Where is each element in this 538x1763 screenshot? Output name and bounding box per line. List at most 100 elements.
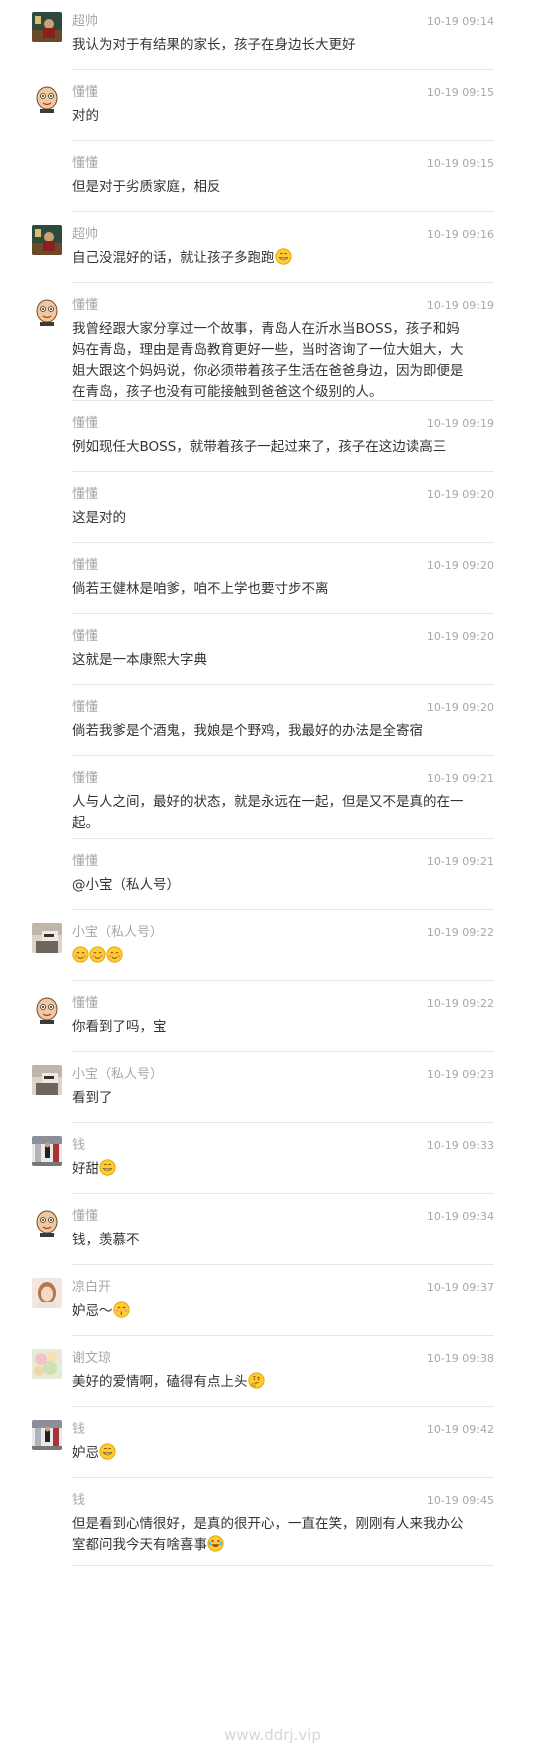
laugh-tears-emoji-icon xyxy=(207,1535,224,1552)
message-text: 妒忌 xyxy=(72,1443,470,1464)
grin-emoji-icon xyxy=(99,1159,116,1176)
message-time: 10-19 09:19 xyxy=(426,299,494,312)
message-text: @小宝（私人号） xyxy=(72,877,180,893)
avatar[interactable] xyxy=(32,12,62,42)
kiss-emoji-icon xyxy=(112,1301,130,1318)
sender-name: 懂懂 xyxy=(72,771,99,786)
message-text: 我认为对于有结果的家长，孩子在身边长大更好 xyxy=(72,37,356,53)
avatar[interactable] xyxy=(32,1136,62,1166)
separator xyxy=(72,1335,494,1336)
message-text: 倘若我爹是个酒鬼，我娘是个野鸡，我最好的办法是全寄宿 xyxy=(72,723,423,739)
sender-name: 凉白开 xyxy=(72,1280,112,1295)
message-time: 10-19 09:33 xyxy=(426,1139,494,1152)
avatar[interactable] xyxy=(32,83,62,113)
message-text: 看到了 xyxy=(72,1090,113,1106)
message-time: 10-19 09:37 xyxy=(426,1281,494,1294)
message-time: 10-19 09:14 xyxy=(426,15,494,28)
thinking-emoji-icon xyxy=(247,1372,265,1389)
sender-name: 懂懂 xyxy=(72,156,99,171)
separator xyxy=(72,400,494,401)
blush-emoji-icon xyxy=(106,946,123,963)
avatar[interactable] xyxy=(32,923,62,953)
avatar[interactable] xyxy=(32,1065,62,1095)
sender-name: 懂懂 xyxy=(72,85,99,100)
separator xyxy=(72,980,494,981)
separator xyxy=(72,282,494,283)
sender-name: 懂懂 xyxy=(72,487,99,502)
message-time: 10-19 09:34 xyxy=(426,1210,494,1223)
message-text: 人与人之间，最好的状态，就是永远在一起，但是又不是真的在一起。 xyxy=(72,794,464,831)
grin-emoji-icon xyxy=(99,1443,116,1460)
sender-name: 懂懂 xyxy=(72,700,99,715)
message-text: 妒忌～ xyxy=(72,1301,470,1322)
message-time: 10-19 09:20 xyxy=(426,701,494,714)
sender-name: 懂懂 xyxy=(72,298,99,313)
avatar[interactable] xyxy=(32,225,62,255)
message-text: 钱，羡慕不 xyxy=(72,1232,140,1248)
message-text: 倘若王健林是咱爹，咱不上学也要寸步不离 xyxy=(72,581,329,597)
message-time: 10-19 09:20 xyxy=(426,630,494,643)
grin-emoji-icon xyxy=(274,248,292,265)
separator xyxy=(72,69,494,70)
sender-name: 小宝（私人号） xyxy=(72,925,164,940)
sender-name: 超帅 xyxy=(72,227,99,242)
separator xyxy=(72,755,494,756)
blush-emoji-icon xyxy=(72,946,89,963)
message-time: 10-19 09:45 xyxy=(426,1494,494,1507)
blush-emoji-icon xyxy=(89,946,106,963)
sender-name: 懂懂 xyxy=(72,854,99,869)
separator xyxy=(72,838,494,839)
message-text: 好甜 xyxy=(72,1159,470,1180)
sender-name: 超帅 xyxy=(72,14,99,29)
sender-name: 懂懂 xyxy=(72,1209,99,1224)
separator xyxy=(72,613,494,614)
sender-name: 小宝（私人号） xyxy=(72,1067,164,1082)
message-time: 10-19 09:19 xyxy=(426,417,494,430)
message-time: 10-19 09:38 xyxy=(426,1352,494,1365)
sender-name: 钱 xyxy=(72,1493,86,1508)
message-text: 但是看到心情很好，是真的很开心，一直在笑，刚刚有人来我办公室都问我今天有啥喜事 xyxy=(72,1516,464,1553)
message-text: 你看到了吗，宝 xyxy=(72,1019,167,1035)
avatar[interactable] xyxy=(32,1349,62,1379)
message-time: 10-19 09:21 xyxy=(426,772,494,785)
sender-name: 谢文琼 xyxy=(72,1351,112,1366)
message-text: 例如现任大BOSS，就带着孩子一起过来了，孩子在这边读高三 xyxy=(72,439,447,455)
separator xyxy=(72,140,494,141)
avatar[interactable] xyxy=(32,994,62,1024)
message-time: 10-19 09:23 xyxy=(426,1068,494,1081)
sender-name: 钱 xyxy=(72,1422,86,1437)
message-time: 10-19 09:15 xyxy=(426,86,494,99)
avatar[interactable] xyxy=(32,1278,62,1308)
message-text: 这是对的 xyxy=(72,510,126,526)
separator xyxy=(72,1122,494,1123)
message-time: 10-19 09:20 xyxy=(426,488,494,501)
separator xyxy=(72,1193,494,1194)
message-text: 对的 xyxy=(72,108,99,124)
message-time: 10-19 09:16 xyxy=(426,228,494,241)
chat-history: 超帅 10-19 09:14 我认为对于有结果的家长，孩子在身边长大更好 懂懂 … xyxy=(0,0,538,1763)
separator xyxy=(72,211,494,212)
avatar[interactable] xyxy=(32,1207,62,1237)
sender-name: 懂懂 xyxy=(72,416,99,431)
message-time: 10-19 09:42 xyxy=(426,1423,494,1436)
watermark: www.ddrj.vip xyxy=(224,1726,321,1744)
sender-name: 懂懂 xyxy=(72,629,99,644)
sender-name: 懂懂 xyxy=(72,996,99,1011)
message-time: 10-19 09:22 xyxy=(426,926,494,939)
sender-name: 懂懂 xyxy=(72,558,99,573)
message-text: 我曾经跟大家分享过一个故事，青岛人在沂水当BOSS，孩子和妈妈在青岛，理由是青岛… xyxy=(72,321,464,400)
message-time: 10-19 09:20 xyxy=(426,559,494,572)
message-time: 10-19 09:21 xyxy=(426,855,494,868)
separator xyxy=(72,1264,494,1265)
message-time: 10-19 09:15 xyxy=(426,157,494,170)
separator xyxy=(72,909,494,910)
message-text: 这就是一本康熙大字典 xyxy=(72,652,207,668)
separator xyxy=(72,542,494,543)
separator xyxy=(72,1565,494,1566)
sender-name: 钱 xyxy=(72,1138,86,1153)
message-text xyxy=(72,946,470,967)
separator xyxy=(72,1406,494,1407)
avatar[interactable] xyxy=(32,1420,62,1450)
avatar[interactable] xyxy=(32,296,62,326)
separator xyxy=(72,684,494,685)
